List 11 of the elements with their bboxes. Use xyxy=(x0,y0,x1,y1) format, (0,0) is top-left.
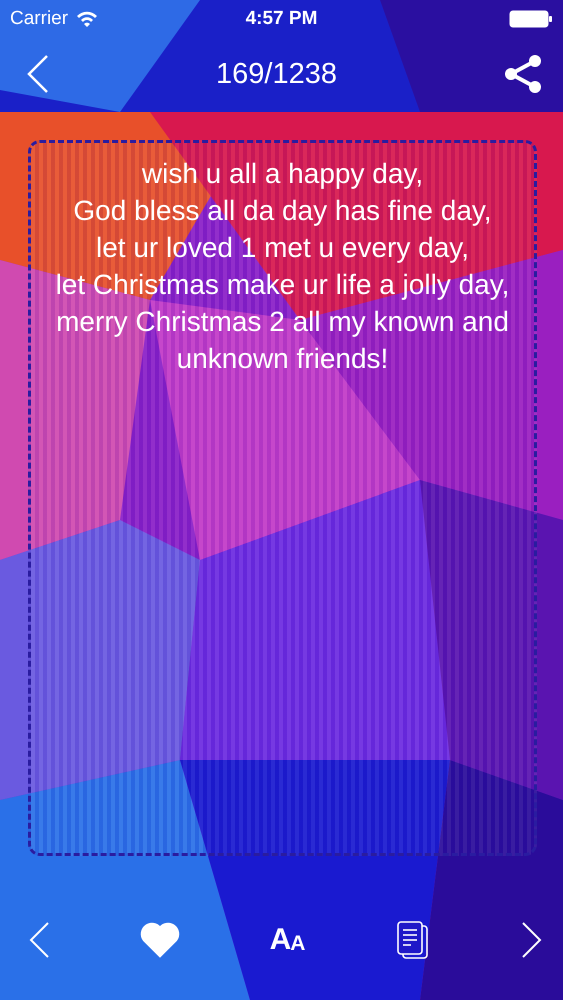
share-button[interactable] xyxy=(503,54,543,94)
wifi-icon xyxy=(76,11,98,27)
page-counter: 169/1238 xyxy=(216,58,337,90)
favorite-button[interactable] xyxy=(140,922,180,958)
carrier-name: Carrier xyxy=(10,8,68,30)
next-button[interactable] xyxy=(520,921,543,959)
back-button[interactable] xyxy=(26,54,50,94)
font-size-button[interactable]: AA xyxy=(270,925,306,955)
battery-icon xyxy=(509,10,553,28)
previous-button[interactable] xyxy=(28,921,50,959)
clock-time: 4:57 PM xyxy=(246,8,318,29)
